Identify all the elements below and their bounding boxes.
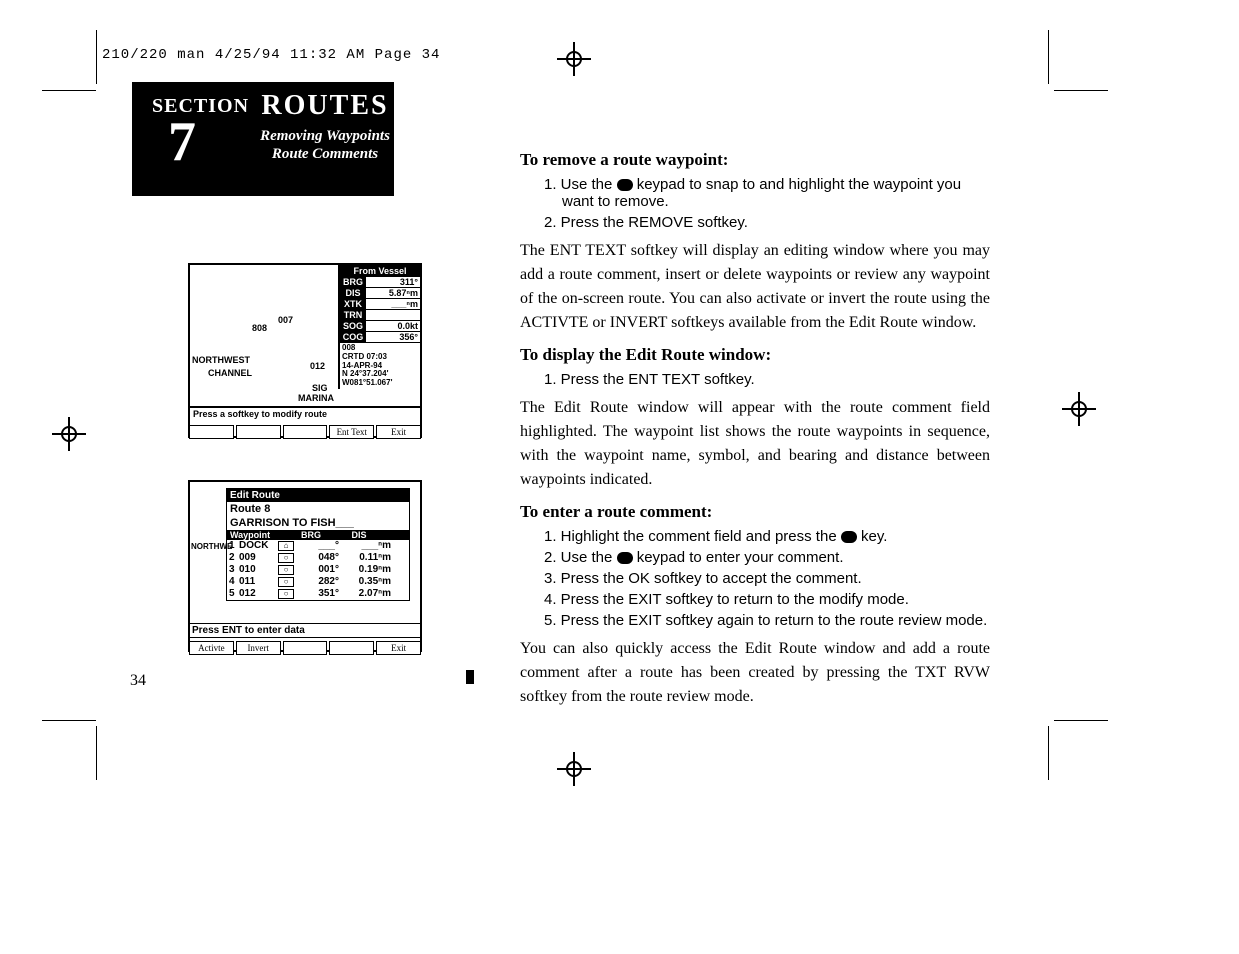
softkey-activte[interactable]: Activte xyxy=(189,641,234,655)
color-bar-icon xyxy=(466,670,474,684)
step: 1. Highlight the comment field and press… xyxy=(544,528,990,545)
softkey-exit[interactable]: Exit xyxy=(376,425,421,439)
section-number: 7 xyxy=(168,114,196,170)
section-title: ROUTES xyxy=(240,92,410,120)
softkey-invert[interactable]: Invert xyxy=(236,641,281,655)
column-headers: Waypoint BRG DIS xyxy=(227,530,409,540)
body-text-column: To remove a route waypoint: 1. Use the k… xyxy=(520,140,990,717)
paragraph: The ENT TEXT softkey will display an edi… xyxy=(520,239,990,335)
route-number: Route 8 xyxy=(227,502,409,516)
crop-mark xyxy=(42,720,96,721)
col-header: BRG xyxy=(287,530,335,540)
keypad-icon xyxy=(617,552,633,564)
map-label: MARINA xyxy=(298,393,334,403)
step: 1. Press the ENT TEXT softkey. xyxy=(544,371,990,388)
map-label: 808 xyxy=(252,323,267,333)
keypad-icon xyxy=(617,179,633,191)
map-label: SIG xyxy=(312,383,328,393)
info-line: W081°51.067' xyxy=(342,379,418,388)
field-value: ___ⁿm xyxy=(366,299,420,309)
status-bar: Press a softkey to modify route xyxy=(190,406,420,420)
softkey-exit[interactable]: Exit xyxy=(376,641,421,655)
register-mark-icon xyxy=(565,760,583,778)
print-header: 210/220 man 4/25/94 11:32 AM Page 34 xyxy=(102,47,440,63)
field-label: COG xyxy=(340,332,366,342)
step: 4. Press the EXIT softkey to return to t… xyxy=(544,591,990,608)
field-label: SOG xyxy=(340,321,366,331)
map-area: 808 007 NORTHWEST CHANNEL 012 SIG MARINA xyxy=(190,265,340,405)
col-header: Waypoint xyxy=(227,530,287,540)
panel-header: From Vessel xyxy=(340,265,420,277)
col-header: DIS xyxy=(335,530,383,540)
softkey[interactable] xyxy=(283,641,328,655)
waypoint-row: 5012○351°2.07ⁿm xyxy=(227,588,409,600)
softkey-row: Activte Invert Exit xyxy=(188,640,422,656)
waypoint-row: 3010○001°0.19ⁿm xyxy=(227,564,409,576)
field-label: TRN xyxy=(340,310,366,320)
field-value: 311° xyxy=(366,277,420,287)
section-subtitle: Removing Waypoints xyxy=(240,128,410,145)
map-label: NORTHWEST xyxy=(192,355,250,365)
section-header-box: SECTION 7 ROUTES Removing Waypoints Rout… xyxy=(132,82,394,196)
step: 2. Press the REMOVE softkey. xyxy=(544,214,990,231)
field-value: 356° xyxy=(366,332,420,342)
crop-mark xyxy=(1054,90,1108,91)
softkey-ent-text[interactable]: Ent Text xyxy=(329,425,374,439)
crop-mark xyxy=(1048,726,1049,780)
paragraph: You can also quickly access the Edit Rou… xyxy=(520,637,990,709)
register-mark-icon xyxy=(60,425,78,443)
field-label: BRG xyxy=(340,277,366,287)
crop-mark xyxy=(96,30,97,84)
step: 3. Press the OK softkey to accept the co… xyxy=(544,570,990,587)
edit-route-window: Edit Route Route 8 GARRISON TO FISH___ W… xyxy=(226,488,410,601)
register-mark-icon xyxy=(1070,400,1088,418)
page-number: 34 xyxy=(130,672,146,690)
field-value: 5.87ⁿm xyxy=(366,288,420,298)
field-label: XTK xyxy=(340,299,366,309)
crop-mark xyxy=(1054,720,1108,721)
waypoint-row: 4011○282°0.35ⁿm xyxy=(227,576,409,588)
softkey-row: Ent Text Exit xyxy=(188,424,422,440)
window-title: Edit Route xyxy=(227,489,409,502)
field-label: DIS xyxy=(340,288,366,298)
step: 1. Use the keypad to snap to and highlig… xyxy=(544,176,990,210)
map-label: 007 xyxy=(278,315,293,325)
softkey[interactable] xyxy=(236,425,281,439)
softkey[interactable] xyxy=(283,425,328,439)
map-label: CHANNEL xyxy=(208,368,252,378)
from-vessel-panel: From Vessel BRG311° DIS5.87ⁿm XTK___ⁿm T… xyxy=(338,265,420,389)
gps-screen-1: 808 007 NORTHWEST CHANNEL 012 SIG MARINA… xyxy=(188,263,422,438)
register-mark-icon xyxy=(565,50,583,68)
section-subtitle: Route Comments xyxy=(240,146,410,163)
route-name: GARRISON TO FISH___ xyxy=(227,516,409,530)
step: 5. Press the EXIT softkey again to retur… xyxy=(544,612,990,629)
section-label: SECTION xyxy=(152,96,249,116)
step: 2. Use the keypad to enter your comment. xyxy=(544,549,990,566)
field-value xyxy=(366,310,420,320)
crop-mark xyxy=(96,726,97,780)
softkey[interactable] xyxy=(329,641,374,655)
map-label: 012 xyxy=(310,361,325,371)
heading: To enter a route comment: xyxy=(520,502,990,522)
heading: To display the Edit Route window: xyxy=(520,345,990,365)
paragraph: The Edit Route window will appear with t… xyxy=(520,396,990,492)
field-value: 0.0kt xyxy=(366,321,420,331)
ent-key-icon xyxy=(841,531,857,543)
softkey[interactable] xyxy=(189,425,234,439)
waypoint-row: 1DOCK⌂___°___ⁿm xyxy=(227,540,409,552)
crop-mark xyxy=(42,90,96,91)
crop-mark xyxy=(1048,30,1049,84)
status-bar: Press ENT to enter data xyxy=(188,623,422,638)
waypoint-row: 2009○048°0.11ⁿm xyxy=(227,552,409,564)
heading: To remove a route waypoint: xyxy=(520,150,990,170)
